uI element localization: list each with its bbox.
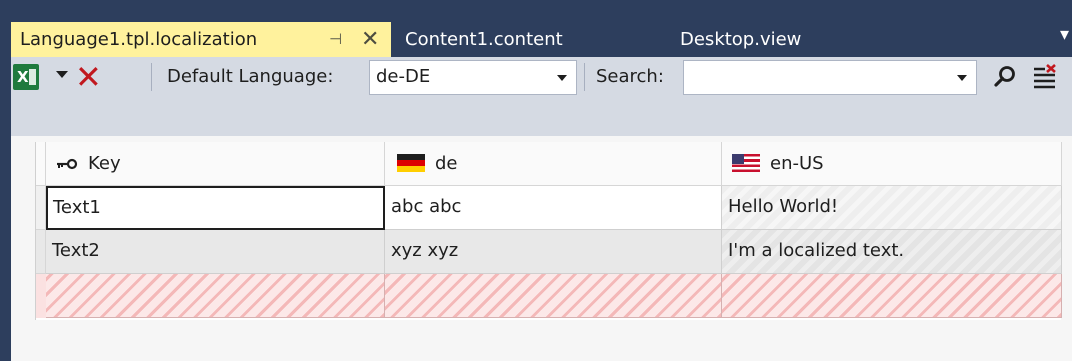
flag-de-icon — [397, 154, 425, 172]
excel-icon[interactable]: X — [13, 64, 39, 90]
column-header-label: Key — [88, 153, 121, 174]
table-cell-key[interactable]: Text2 — [46, 230, 385, 274]
table-cell-en-us[interactable]: I'm a localized text. — [722, 230, 1062, 274]
default-language-label: Default Language: — [167, 66, 334, 87]
clear-filter-icon[interactable] — [1031, 63, 1059, 91]
default-language-value: de-DE — [376, 66, 431, 87]
table-cell-de[interactable]: xyz xyz — [385, 230, 722, 274]
row-selector[interactable] — [36, 230, 46, 274]
tab-label: Language1.tpl.localization — [20, 29, 258, 50]
flag-us-icon — [732, 154, 760, 172]
search-icon[interactable] — [991, 63, 1019, 91]
document-tab-strip: Language1.tpl.localization ⊣ ✕ Content1.… — [0, 0, 1072, 57]
toolbar-separator — [584, 63, 585, 91]
localization-toolbar: X ✕ Default Language: de-DE Search: — [0, 57, 1072, 119]
close-icon[interactable]: ✕ — [361, 22, 379, 57]
column-header-en-us[interactable]: en-US — [722, 142, 1062, 186]
toolbar-separator — [151, 63, 152, 91]
tab-overflow-icon[interactable]: ▾ — [1060, 24, 1069, 45]
new-row-cell-en-us[interactable] — [722, 274, 1062, 318]
table-cell-de[interactable]: abc abc — [385, 186, 722, 230]
toolbar-bottom-band — [11, 119, 1072, 136]
column-header-key[interactable]: Key — [46, 142, 385, 186]
tab-content1-content[interactable]: Content1.content — [405, 22, 563, 57]
column-header-label: de — [435, 153, 458, 174]
column-header-de[interactable]: de — [385, 142, 722, 186]
table-cell-en-us[interactable]: Hello World! — [722, 186, 1062, 230]
grid-corner — [36, 142, 46, 186]
new-row-selector[interactable] — [36, 274, 46, 318]
localization-grid: Key de en-US Text1 abc abc Hello World! … — [35, 142, 1062, 320]
new-row-cell-key[interactable] — [46, 274, 385, 318]
default-language-select[interactable]: de-DE — [369, 60, 577, 95]
pin-icon[interactable]: ⊣ — [329, 22, 342, 57]
chevron-down-icon — [557, 75, 567, 81]
row-selector[interactable] — [36, 186, 46, 230]
left-frame-rail — [0, 119, 11, 361]
tab-label: Desktop.view — [680, 29, 802, 50]
tab-language1-localization[interactable]: Language1.tpl.localization ⊣ ✕ — [11, 22, 391, 57]
table-cell-key[interactable]: Text1 — [46, 186, 385, 230]
tab-desktop-view[interactable]: Desktop.view — [680, 22, 801, 57]
new-row-cell-de[interactable] — [385, 274, 722, 318]
dropdown-arrow-icon[interactable] — [56, 71, 68, 78]
delete-icon[interactable]: ✕ — [75, 57, 102, 97]
chevron-down-icon — [957, 75, 967, 81]
search-label: Search: — [596, 66, 664, 87]
search-input[interactable] — [683, 60, 977, 95]
column-header-label: en-US — [770, 153, 824, 174]
tab-label: Content1.content — [405, 29, 563, 50]
key-icon — [57, 158, 78, 170]
